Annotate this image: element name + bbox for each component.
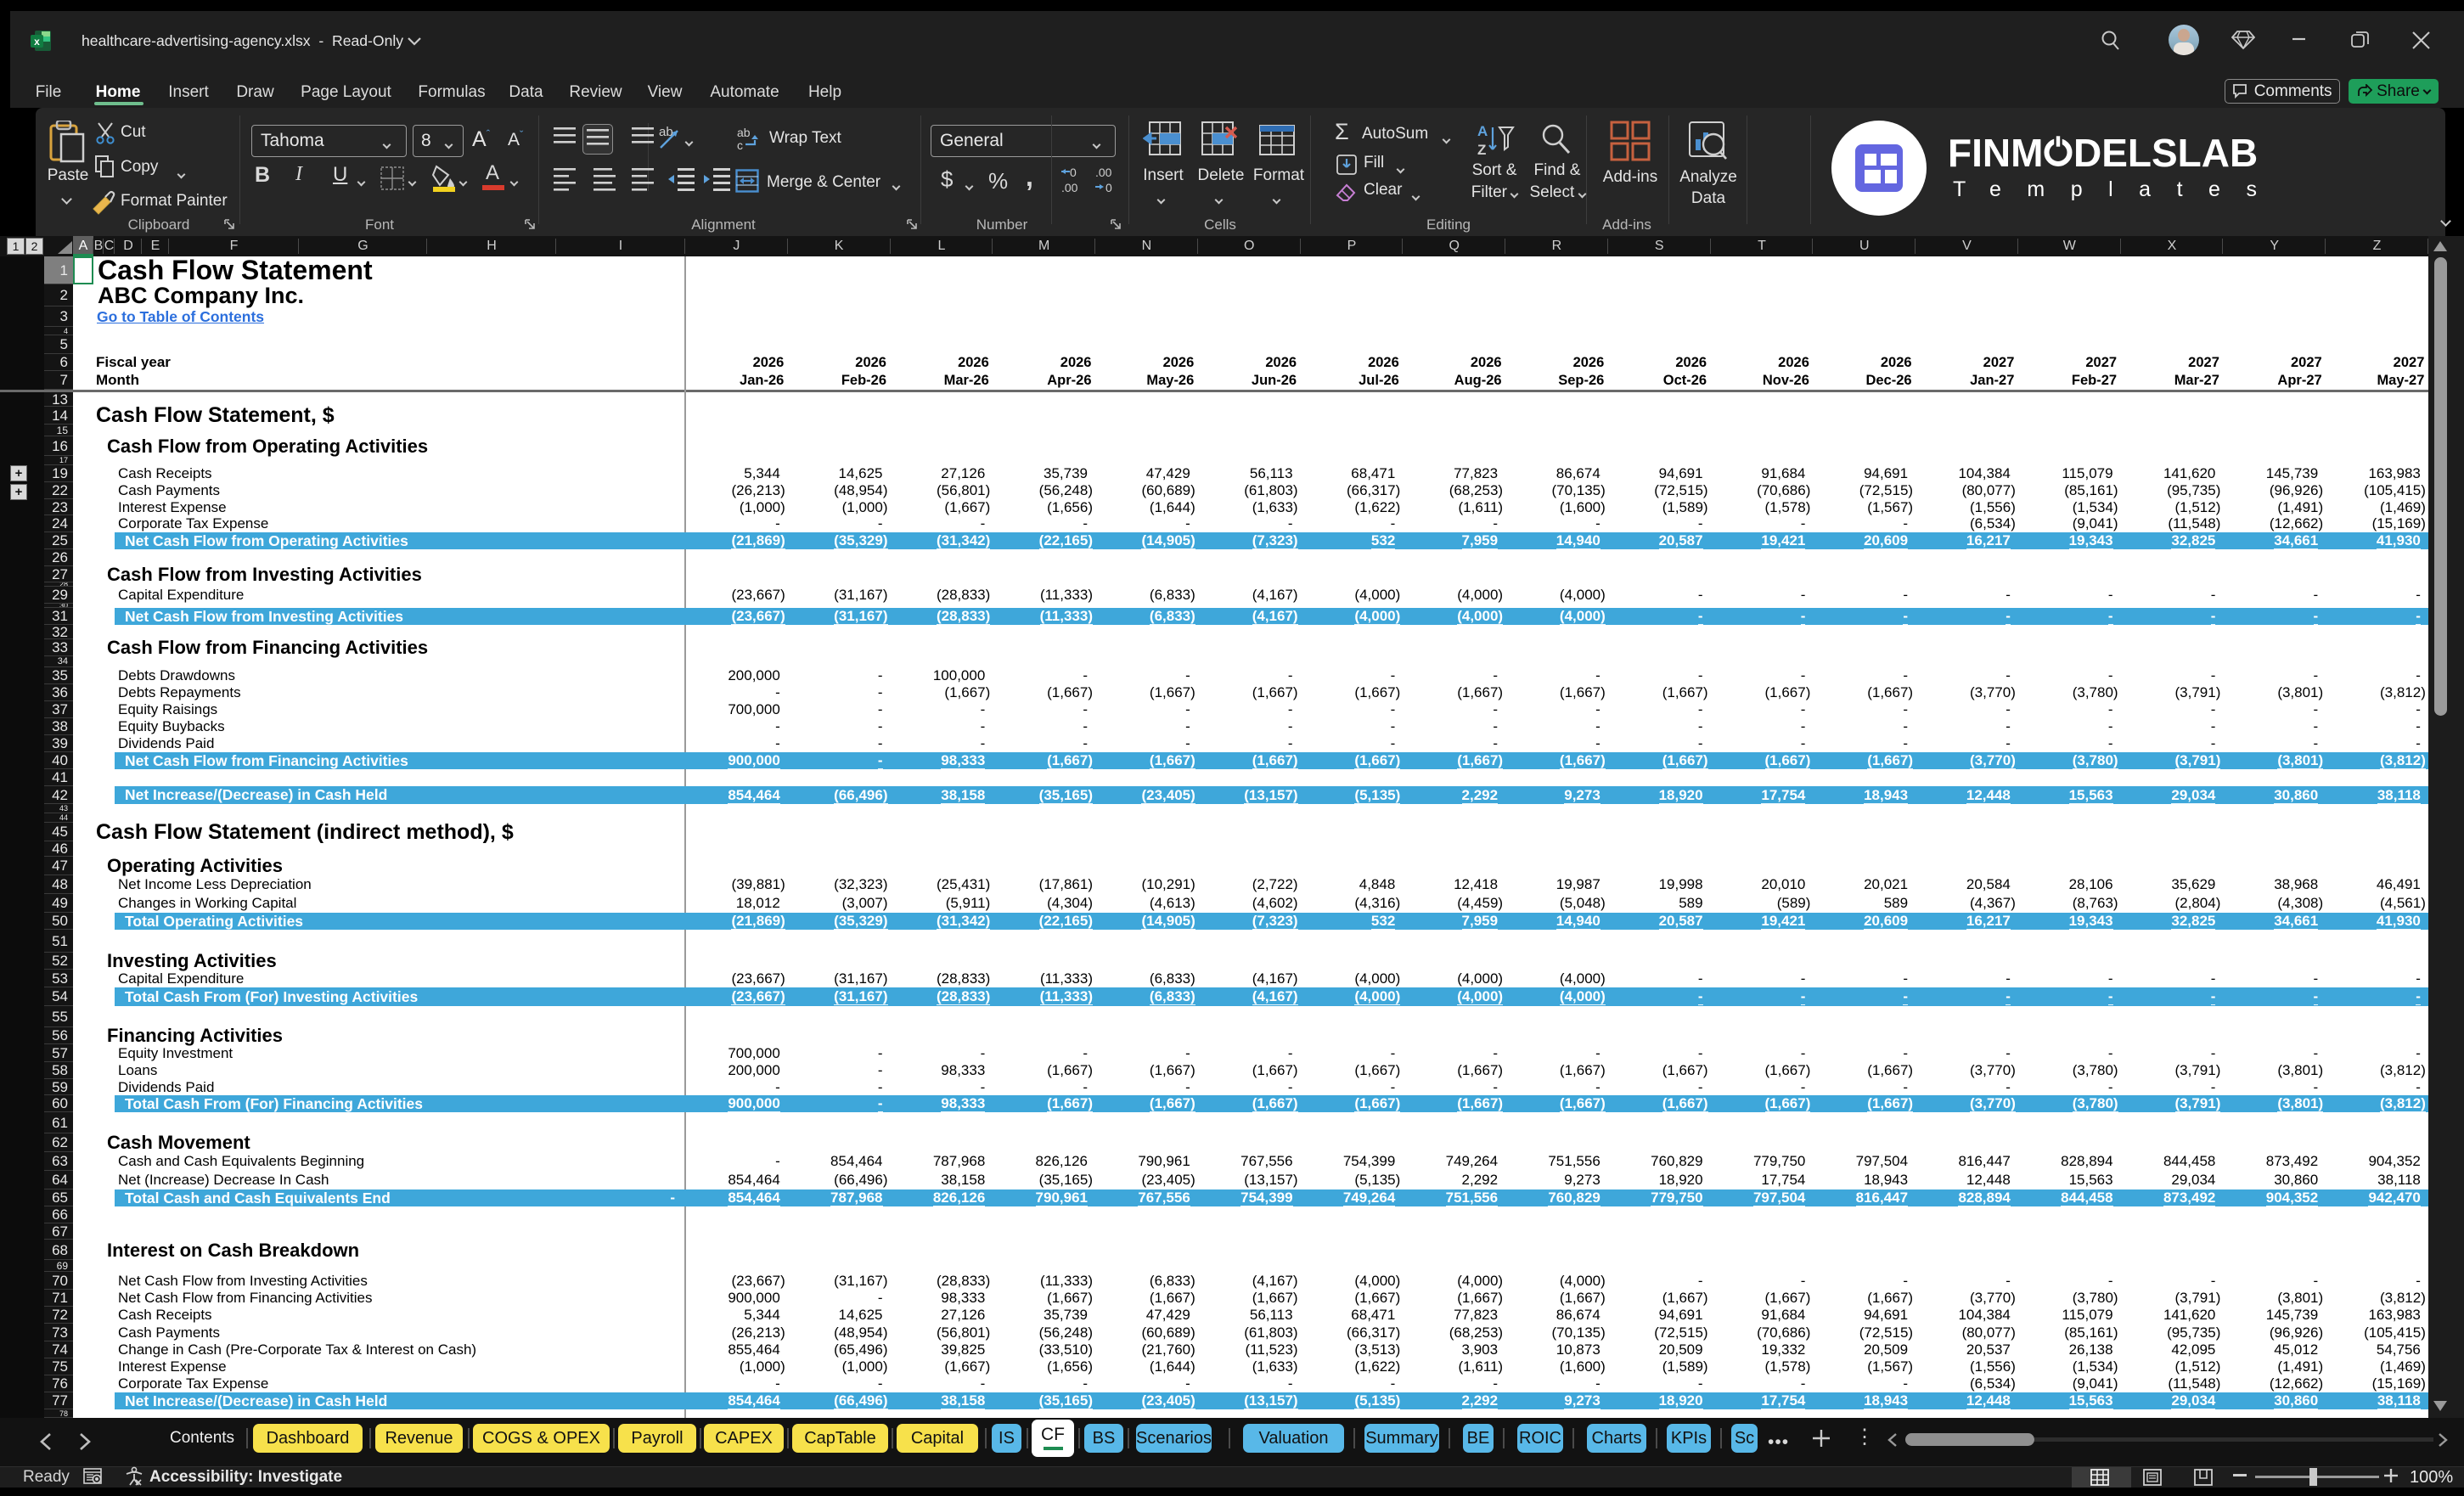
svg-text:FINM: FINM — [1948, 132, 2043, 175]
svg-text:A: A — [1477, 123, 1488, 139]
svg-text:ab: ab — [737, 126, 751, 139]
svg-text:0: 0 — [1070, 166, 1077, 179]
svg-text:.00: .00 — [1095, 166, 1112, 179]
svg-text:c: c — [737, 138, 743, 152]
svg-text:.00: .00 — [1061, 181, 1078, 194]
svg-text:ab: ab — [659, 125, 673, 139]
svg-text:Z: Z — [1477, 142, 1486, 156]
svg-text:DELSLAB: DELSLAB — [2073, 132, 2258, 175]
svg-text:x: x — [34, 36, 40, 48]
svg-text:0: 0 — [1105, 181, 1112, 194]
